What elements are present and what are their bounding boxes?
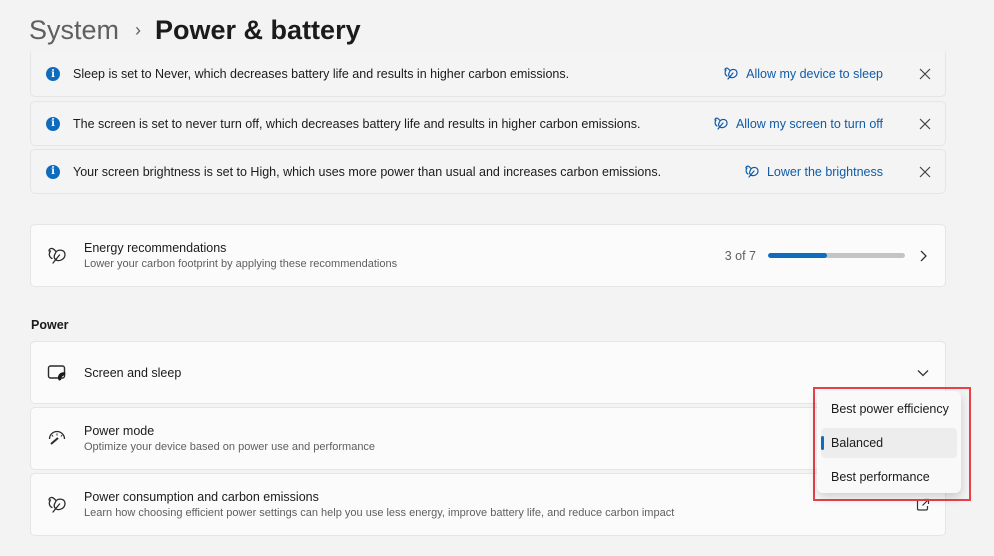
screen-and-sleep-row[interactable]: Screen and sleep [30,341,946,404]
row-subtitle: Lower your carbon footprint by applying … [84,258,398,270]
action-label[interactable]: Lower the brightness [767,165,883,179]
breadcrumb: System › Power & battery [29,10,361,50]
row-subtitle: Optimize your device based on power use … [84,441,376,453]
power-mode-menu: Best power efficiency Balanced Best perf… [817,391,961,493]
info-icon: i [46,164,60,179]
lower-brightness-link[interactable]: Lower the brightness [744,165,883,179]
notification-message: Your screen brightness is set to High, w… [73,164,662,179]
row-title: Energy recommendations [84,241,227,255]
recommendations-progress: 3 of 7 [725,249,905,263]
screen-sleep-icon [47,363,67,383]
info-icon: i [46,67,60,81]
gauge-icon [47,429,67,449]
allow-device-sleep-link[interactable]: Allow my device to sleep [723,67,883,81]
notification-brightness: i Your screen brightness is set to High,… [30,149,946,194]
power-consumption-row[interactable]: Power consumption and carbon emissions L… [30,473,946,536]
screen-and-sleep-texts: Screen and sleep [84,366,181,380]
progress-fill [768,253,827,258]
close-icon[interactable] [917,116,933,132]
power-consumption-texts: Power consumption and carbon emissions L… [84,490,674,519]
notification-message: Sleep is set to Never, which decreases b… [73,67,570,81]
leaf-icon [745,165,759,178]
leaf-icon [724,67,738,80]
breadcrumb-separator: › [135,19,142,40]
power-mode-dropdown: Best power efficiency Balanced Best perf… [813,387,971,501]
energy-recommendations-texts: Energy recommendations Lower your carbon… [84,241,397,270]
power-mode-texts: Power mode Optimize your device based on… [84,424,375,453]
close-icon[interactable] [917,66,933,82]
page-title: Power & battery [155,14,361,45]
leaf-icon [47,246,67,266]
notification-screen: i The screen is set to never turn off, w… [30,101,946,146]
notification-message: The screen is set to never turn off, whi… [73,116,641,131]
row-title: Power mode [84,424,155,438]
energy-recommendations-row[interactable]: Energy recommendations Lower your carbon… [30,224,946,287]
row-title: Power consumption and carbon emissions [84,490,319,504]
section-label-power: Power [31,318,69,332]
chevron-down-icon[interactable] [915,365,931,381]
progress-label: 3 of 7 [724,248,756,263]
progress-bar [768,253,905,258]
leaf-icon [714,117,728,130]
power-mode-row: Power mode Optimize your device based on… [30,407,946,470]
option-best-performance[interactable]: Best performance [821,462,957,492]
option-best-power-efficiency[interactable]: Best power efficiency [821,394,957,424]
action-label[interactable]: Allow my screen to turn off [736,117,883,131]
row-title: Screen and sleep [84,365,182,380]
option-balanced[interactable]: Balanced [821,428,957,458]
leaf-icon [47,495,67,515]
allow-screen-off-link[interactable]: Allow my screen to turn off [713,117,883,131]
notification-sleep: i Sleep is set to Never, which decreases… [30,52,946,97]
chevron-right-icon[interactable] [915,248,931,264]
close-icon[interactable] [917,164,933,180]
action-label[interactable]: Allow my device to sleep [746,67,883,81]
row-subtitle: Learn how choosing efficient power setti… [84,507,675,519]
breadcrumb-system[interactable]: System [29,15,119,46]
info-icon: i [46,116,60,131]
